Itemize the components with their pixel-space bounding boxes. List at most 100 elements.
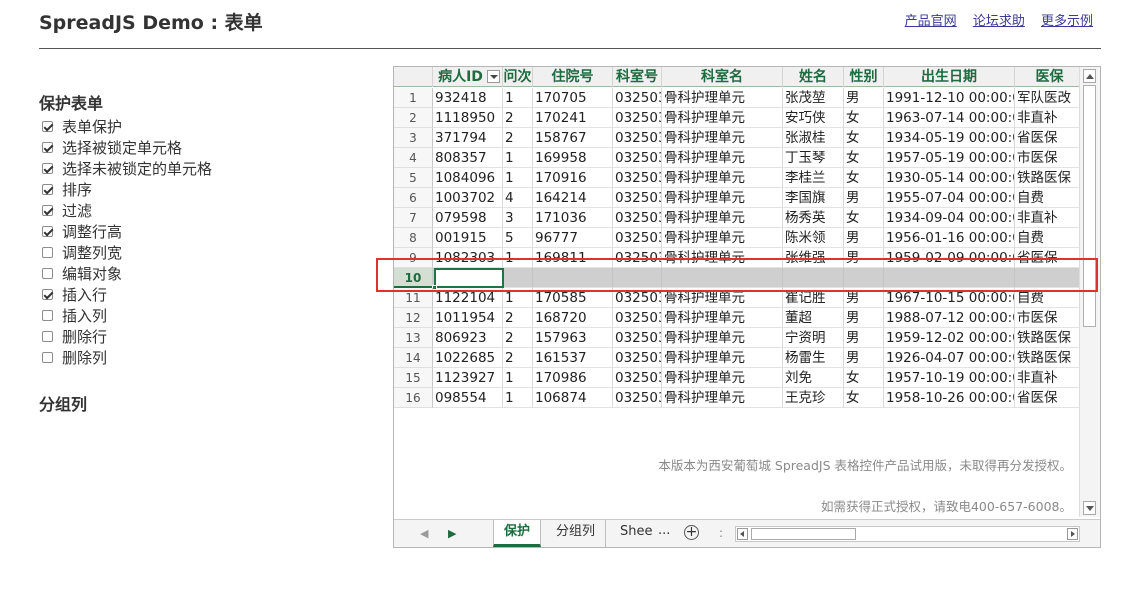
option-checkbox[interactable] <box>42 121 53 132</box>
table-cell[interactable]: 1 <box>503 388 533 408</box>
table-cell[interactable]: 1934-09-04 00:00:00 <box>884 208 1015 228</box>
scroll-right-button[interactable] <box>1067 528 1078 540</box>
table-cell[interactable]: 032503 <box>613 188 662 208</box>
table-cell[interactable]: 032503 <box>613 348 662 368</box>
table-row[interactable]: 7 079598 3 171036 032503 骨科护理单元 杨秀英女 1934-09-04… <box>394 208 1079 228</box>
table-cell[interactable]: 非直补 <box>1015 368 1079 388</box>
table-cell[interactable]: 宁资明 <box>783 328 844 348</box>
row-number[interactable]: 11 <box>394 288 433 308</box>
row-number[interactable]: 1 <box>394 88 433 108</box>
table-cell[interactable]: 董超 <box>783 308 844 328</box>
table-cell[interactable]: 男 <box>844 348 884 368</box>
table-cell[interactable]: 骨科护理单元 <box>662 148 783 168</box>
table-cell[interactable]: 1959-12-02 00:00:00 <box>884 328 1015 348</box>
protect-option[interactable]: 表单保护 <box>39 116 369 137</box>
table-row[interactable]: 2 1118950 2 170241 032503 骨科护理单元 安巧侠女 1963-07-1… <box>394 108 1079 128</box>
horizontal-scrollbar[interactable] <box>735 526 1080 542</box>
tab-sheet3[interactable]: Shee <box>610 520 653 547</box>
table-cell[interactable]: 032503 <box>613 288 662 308</box>
table-cell[interactable]: 杨雷生 <box>783 348 844 368</box>
table-cell[interactable]: 丁玉琴 <box>783 148 844 168</box>
hscroll-thumb[interactable] <box>751 528 856 540</box>
table-cell[interactable]: 刘免 <box>783 368 844 388</box>
option-checkbox[interactable] <box>42 205 53 216</box>
option-checkbox[interactable] <box>42 268 53 279</box>
table-cell[interactable]: 1988-07-12 00:00:00 <box>884 308 1015 328</box>
protect-option[interactable]: 调整行高 <box>39 221 369 242</box>
column-header[interactable]: 出生日期 <box>884 67 1015 87</box>
table-cell[interactable]: 032503 <box>613 208 662 228</box>
vertical-scrollbar[interactable] <box>1079 67 1100 517</box>
table-cell[interactable]: 157963 <box>533 328 613 348</box>
option-checkbox[interactable] <box>42 331 53 342</box>
row-number[interactable]: 9 <box>394 248 433 268</box>
row-number[interactable]: 8 <box>394 228 433 248</box>
table-row[interactable]: 13 806923 2 157963 032503 骨科护理单元 宁资明男 1959-12-0… <box>394 328 1079 348</box>
sheet-grid[interactable]: 病人ID 问次 住院号 科室号 科室名 姓名 性别 出生日期 医保 1 932418 1 170705… <box>394 67 1079 517</box>
table-cell[interactable]: 铁路医保 <box>1015 168 1079 188</box>
table-row[interactable]: 15 1123927 1 170986 032503 骨科护理单元 刘免女 1957-10-1… <box>394 368 1079 388</box>
tab-protect[interactable]: 保护 <box>493 520 542 547</box>
table-cell[interactable]: 骨科护理单元 <box>662 328 783 348</box>
option-checkbox[interactable] <box>42 247 53 258</box>
table-cell[interactable]: 2 <box>503 348 533 368</box>
table-cell[interactable]: 省医保 <box>1015 248 1079 268</box>
table-cell[interactable]: 1 <box>503 148 533 168</box>
table-cell[interactable]: 王克珍 <box>783 388 844 408</box>
table-cell[interactable]: 骨科护理单元 <box>662 248 783 268</box>
table-cell[interactable]: 079598 <box>433 208 503 228</box>
table-cell[interactable]: 170705 <box>533 88 613 108</box>
table-cell[interactable]: 1 <box>503 248 533 268</box>
row-number[interactable]: 7 <box>394 208 433 228</box>
table-cell[interactable]: 自费 <box>1015 188 1079 208</box>
table-cell[interactable]: 158767 <box>533 128 613 148</box>
table-cell[interactable]: 1956-01-16 00:00:00 <box>884 228 1015 248</box>
row-number[interactable]: 4 <box>394 148 433 168</box>
table-cell[interactable]: 李桂兰 <box>783 168 844 188</box>
row-number[interactable]: 10 <box>394 268 433 288</box>
table-cell[interactable]: 安巧侠 <box>783 108 844 128</box>
table-cell[interactable]: 1967-10-15 00:00:00 <box>884 288 1015 308</box>
protect-option[interactable]: 调整列宽 <box>39 242 369 263</box>
table-cell[interactable]: 032503 <box>613 248 662 268</box>
table-cell[interactable]: 女 <box>844 148 884 168</box>
table-cell[interactable]: 女 <box>844 128 884 148</box>
select-all-corner[interactable] <box>394 67 433 87</box>
link-product-site[interactable]: 产品官网 <box>905 14 957 29</box>
table-cell[interactable]: 骨科护理单元 <box>662 188 783 208</box>
table-cell[interactable]: 女 <box>844 388 884 408</box>
protect-option[interactable]: 插入行 <box>39 284 369 305</box>
table-cell[interactable]: 161537 <box>533 348 613 368</box>
table-cell[interactable]: 男 <box>844 288 884 308</box>
table-cell[interactable]: 1955-07-04 00:00:00 <box>884 188 1015 208</box>
table-cell[interactable] <box>533 268 613 288</box>
table-cell[interactable]: 001915 <box>433 228 503 248</box>
tab-more[interactable]: ... <box>658 523 670 538</box>
table-cell[interactable] <box>1015 268 1079 288</box>
table-cell[interactable]: 男 <box>844 328 884 348</box>
table-row[interactable]: 3 371794 2 158767 032503 骨科护理单元 张淑桂女 1934-05-19… <box>394 128 1079 148</box>
table-cell[interactable]: 1 <box>503 368 533 388</box>
protect-option[interactable]: 排序 <box>39 179 369 200</box>
table-cell[interactable]: 1957-10-19 00:00:00 <box>884 368 1015 388</box>
table-row[interactable]: 4 808357 1 169958 032503 骨科护理单元 丁玉琴女 1957-05-19… <box>394 148 1079 168</box>
table-cell[interactable]: 骨科护理单元 <box>662 208 783 228</box>
table-cell[interactable]: 1122104 <box>433 288 503 308</box>
table-cell[interactable]: 169958 <box>533 148 613 168</box>
table-cell[interactable]: 806923 <box>433 328 503 348</box>
table-cell[interactable]: 1934-05-19 00:00:00 <box>884 128 1015 148</box>
row-number[interactable]: 13 <box>394 328 433 348</box>
tab-splitter-handle[interactable]: : <box>719 526 723 540</box>
table-cell[interactable]: 自费 <box>1015 288 1079 308</box>
table-cell[interactable]: 男 <box>844 248 884 268</box>
table-cell[interactable]: 1123927 <box>433 368 503 388</box>
table-cell[interactable]: 陈米领 <box>783 228 844 248</box>
table-cell[interactable]: 女 <box>844 108 884 128</box>
scroll-up-button[interactable] <box>1083 69 1096 83</box>
table-cell[interactable]: 市医保 <box>1015 148 1079 168</box>
table-cell[interactable]: 市医保 <box>1015 308 1079 328</box>
table-cell[interactable] <box>613 268 662 288</box>
table-cell[interactable]: 032503 <box>613 168 662 188</box>
table-cell[interactable] <box>503 268 533 288</box>
table-cell[interactable]: 170585 <box>533 288 613 308</box>
